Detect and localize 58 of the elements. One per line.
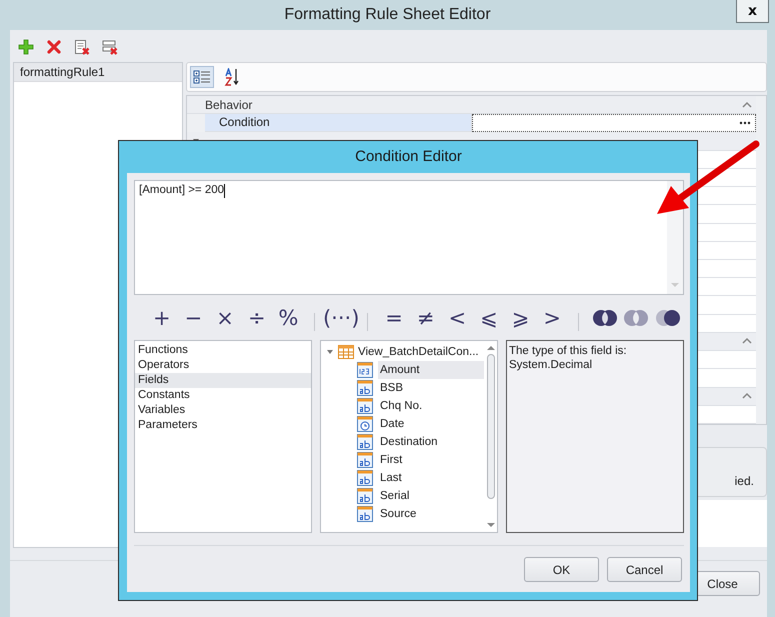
description-text: ied. xyxy=(734,474,754,488)
field-item[interactable]: Last xyxy=(378,469,484,487)
operator-button[interactable]: + xyxy=(146,304,178,332)
field-item[interactable]: Date xyxy=(378,415,484,433)
info-text: The type of this field is: xyxy=(509,344,628,358)
rule-item[interactable]: formattingRule1 xyxy=(14,63,182,82)
scroll-thumb[interactable] xyxy=(486,354,494,499)
text-field-icon xyxy=(357,380,373,396)
text-field-icon xyxy=(357,398,373,414)
cancel-button[interactable]: Cancel xyxy=(607,557,682,582)
close-window-button[interactable]: x xyxy=(736,0,769,23)
table-icon xyxy=(338,344,354,360)
category-item[interactable]: Fields xyxy=(135,373,311,388)
field-item[interactable]: First xyxy=(378,451,484,469)
expression-field[interactable]: [Amount] >= 200 xyxy=(134,180,684,295)
text-field-icon xyxy=(357,434,373,450)
operator-button[interactable]: ÷ xyxy=(240,304,273,332)
operator-button[interactable]: ≠ xyxy=(410,304,442,332)
scroll-down-icon[interactable] xyxy=(486,523,494,528)
tree-root-label[interactable]: View_BatchDetailCon... xyxy=(358,346,479,358)
property-value-cell[interactable] xyxy=(472,114,756,132)
field-item[interactable]: Chq No. xyxy=(378,397,484,415)
chevron-icon[interactable] xyxy=(742,100,752,109)
field-item[interactable]: Destination xyxy=(378,433,484,451)
add-icon[interactable] xyxy=(18,38,34,54)
field-tree[interactable]: View_BatchDetailCon... Amount BSB Chq No. Date Destination First Last Serial Source xyxy=(320,340,498,533)
property-name-cell[interactable]: Condition xyxy=(205,114,472,132)
operator-button[interactable]: (···) xyxy=(325,304,358,332)
window-title: Formatting Rule Sheet Editor xyxy=(284,5,491,25)
operator-button[interactable]: ⩽ xyxy=(473,304,505,332)
chevron-icon[interactable] xyxy=(742,392,752,400)
operator-button[interactable]: > xyxy=(536,304,568,332)
categorized-button[interactable] xyxy=(190,66,214,88)
field-item[interactable]: Source xyxy=(378,505,484,523)
field-item[interactable]: Amount xyxy=(378,361,484,379)
operator-button[interactable]: < xyxy=(441,304,474,332)
field-item[interactable]: Serial xyxy=(378,487,484,505)
chevron-icon[interactable] xyxy=(742,337,752,346)
delete-icon[interactable] xyxy=(46,38,62,54)
category-list[interactable]: Functions Operators Fields Constants Variables Parameters xyxy=(134,340,312,533)
expand-arrow-icon[interactable] xyxy=(326,348,334,356)
operator-button[interactable]: ⩾ xyxy=(504,304,536,332)
number-field-icon xyxy=(357,362,373,378)
delete-document-icon[interactable] xyxy=(74,38,90,54)
operator-button[interactable]: × xyxy=(209,304,241,332)
info-text: System.Decimal xyxy=(509,358,594,372)
text-field-icon xyxy=(357,506,373,522)
text-field-icon xyxy=(357,470,373,486)
operator-button[interactable]: % xyxy=(272,304,304,332)
category-label: Behavior xyxy=(205,98,252,112)
text-field-icon xyxy=(357,488,373,504)
field-item[interactable]: BSB xyxy=(378,379,484,397)
operator-button[interactable]: = xyxy=(378,304,410,332)
clock-field-icon xyxy=(357,416,373,432)
delete-list-icon[interactable] xyxy=(102,38,118,54)
dialog-title: Condition Editor xyxy=(355,148,462,165)
ok-button[interactable]: OK xyxy=(524,557,599,582)
text-field-icon xyxy=(357,452,373,468)
